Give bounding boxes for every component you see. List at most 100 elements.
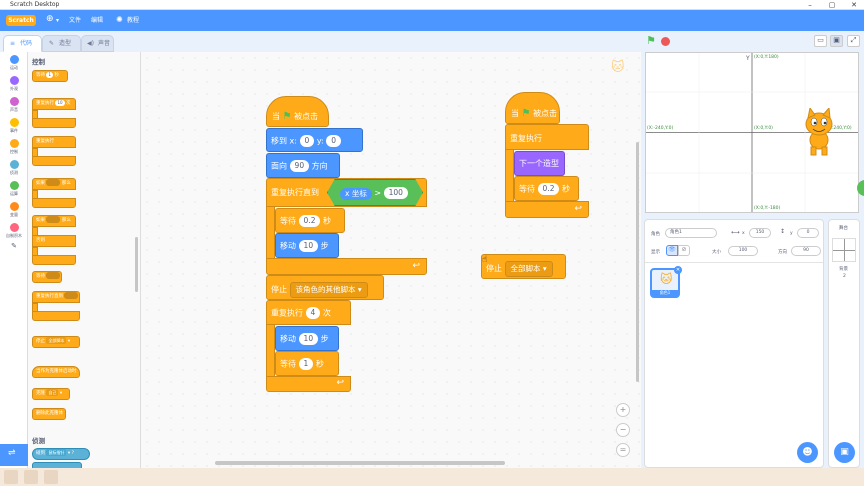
green-flag-button[interactable]: ⚑ [646,34,656,47]
small-stage-icon[interactable]: ▭ [814,35,827,47]
forever-block[interactable]: 重复执行 [505,124,589,150]
sprite-size-input[interactable]: 100 [728,246,758,256]
tab-costumes[interactable]: ✎ 造型 [42,35,81,52]
wait2-input[interactable]: 1 [298,358,314,370]
show-visible-icon[interactable]: 👁 [666,245,678,256]
taskbar-start-icon[interactable] [4,470,18,484]
move-steps-block[interactable]: 移动 10 步 [275,233,339,258]
menu-tutorials[interactable]: 教程 [127,14,139,27]
lightbulb-icon[interactable]: ✺ [116,13,123,26]
stop-other-scripts-block[interactable]: 停止 该角色的其他脚本 ▾ [266,275,384,300]
category-variables[interactable]: 变量 [4,202,24,218]
stop-option-dropdown[interactable]: 该角色的其他脚本 ▾ [289,282,368,298]
palette-scrollbar[interactable] [135,237,138,292]
menu-edit[interactable]: 编辑 [91,14,103,27]
delete-sprite-icon[interactable]: ✕ [674,266,682,274]
palette-if-block[interactable]: 如果 那么 [32,178,76,190]
sprite-name-input[interactable]: 角色1 [665,228,717,238]
globe-icon[interactable]: ⊕ [46,13,54,26]
goto-xy-block[interactable]: 移到 x: 0 y: 0 [266,128,363,152]
stage-canvas[interactable]: Y (X:0,Y:180) (X:0,Y:-180) (X:-240,Y:0) … [645,52,864,213]
backdrop-thumbnail[interactable] [832,238,856,262]
script-workspace[interactable]: 当 ⚑ 被点击 移到 x: 0 y: 0 面向 90 方向 重复执行直到 x 坐… [141,52,641,468]
workspace-h-scrollbar[interactable] [215,461,505,465]
zoom-out-button[interactable]: − [616,423,630,437]
panel-divider [645,262,823,263]
add-extension-button[interactable]: ⇌ [0,444,28,466]
sprite-x-input[interactable]: 150 [749,228,771,238]
zoom-in-button[interactable]: + [616,403,630,417]
zoom-reset-button[interactable]: = [616,443,630,457]
gt-value-input[interactable]: 100 [383,187,408,199]
move-steps-block-2[interactable]: 移动 10 步 [275,326,339,351]
maximize-icon[interactable]: ▢ [822,0,842,10]
scratch-logo[interactable]: Scratch [6,15,36,26]
palette-forever-block[interactable]: 重复执行 [32,136,76,148]
palette-touching-block[interactable]: 碰到 鼠标指针 ▾ ? [32,448,90,460]
when-flag-clicked-hat-2[interactable]: 当 ⚑ 被点击 [505,92,560,124]
os-taskbar [0,468,864,486]
when-flag-clicked-hat[interactable]: 当 ⚑ 被点击 [266,96,329,127]
sprite-direction-input[interactable]: 90 [791,246,821,256]
point-direction-block[interactable]: 面向 90 方向 [266,153,340,178]
repeat-block[interactable]: 重复执行 4 次 [266,300,351,325]
x-position-reporter[interactable]: x 坐标 [340,187,372,200]
next-costume-block[interactable]: 下一个造型 [514,151,565,176]
stop-all-block[interactable]: 停止 全部脚本 ▾ [481,254,566,279]
greater-than-operator[interactable]: x 坐标 > 100 [327,179,423,206]
palette-clone-start-block[interactable]: 当作为克隆体启动时 [32,366,80,378]
category-events[interactable]: 事件 [4,118,24,134]
menu-file[interactable]: 文件 [69,14,81,27]
choose-sprite-button[interactable]: ☻ [797,442,818,463]
move2-input[interactable]: 10 [298,333,319,345]
palette-wait-until-block[interactable]: 等待 [32,271,62,283]
workspace-v-scrollbar[interactable] [636,142,639,382]
wait-input[interactable]: 0.2 [298,215,321,227]
stop-all-dropdown[interactable]: 全部脚本 ▾ [504,261,553,277]
taskbar-app-icon[interactable] [44,470,58,484]
category-myblocks[interactable]: 自制积木 [4,223,24,239]
palette-create-clone-block[interactable]: 克隆 自己 ▾ [32,388,70,400]
palette-ifelse-block[interactable]: 如果 那么 [32,215,76,227]
category-motion[interactable]: 运动 [4,55,24,71]
wait-block[interactable]: 等待 0.2 秒 [275,208,345,233]
category-operators[interactable]: 运算 [4,181,24,197]
palette-delete-clone-block[interactable]: 删除此克隆体 [32,408,66,420]
fullscreen-icon[interactable]: ⤢ [847,35,860,47]
palette-stop-block[interactable]: 停止 全部脚本 ▾ [32,336,80,348]
goto-x-input[interactable]: 0 [299,135,315,147]
stage-backdrop-panel[interactable]: 舞台 背景 2 ▣ [828,219,860,468]
category-sensing[interactable]: 侦测 [4,160,24,176]
move-input[interactable]: 10 [298,240,319,252]
pen-extension[interactable]: ✎ [4,242,24,250]
choose-backdrop-button[interactable]: ▣ [834,442,855,463]
loop-arrow-icon: ↩ [412,261,420,271]
direction-input[interactable]: 90 [289,160,310,172]
category-looks[interactable]: 外观 [4,76,24,92]
language-caret[interactable]: ▾ [56,14,59,27]
show-hidden-icon[interactable]: ⊘ [678,245,690,256]
category-sound[interactable]: 声音 [4,97,24,113]
palette-wait-block[interactable]: 等待 1 秒 [32,70,68,82]
palette-repeat-until-block[interactable]: 重复执行直到 [32,291,80,303]
wait-block-3[interactable]: 等待 0.2 秒 [514,176,579,201]
stop-button[interactable] [661,37,670,46]
palette-ifelse-cap [32,255,76,265]
stage-panel-title: 舞台 [839,226,848,231]
taskbar-app-icon[interactable] [24,470,38,484]
stage-green-tab[interactable] [857,180,864,196]
minimize-icon[interactable]: – [800,0,820,10]
repeat-count-input[interactable]: 4 [305,307,321,319]
goto-y-input[interactable]: 0 [326,135,342,147]
wait3-input[interactable]: 0.2 [537,183,560,195]
cat-sprite[interactable] [801,108,839,158]
tab-sounds[interactable]: ◀) 声音 [81,35,114,52]
sprite-y-input[interactable]: 0 [797,228,819,238]
sprite-thumbnail[interactable]: 🐱 角色1 ✕ [650,266,682,298]
wait-block-2[interactable]: 等待 1 秒 [275,351,339,376]
palette-repeat-block[interactable]: 重复执行 10 次 [32,98,76,110]
large-stage-icon[interactable]: ▣ [830,35,843,47]
category-control[interactable]: 控制 [4,139,24,155]
close-icon[interactable]: ✕ [844,0,864,10]
tab-code[interactable]: ≡ 代码 [3,35,42,52]
